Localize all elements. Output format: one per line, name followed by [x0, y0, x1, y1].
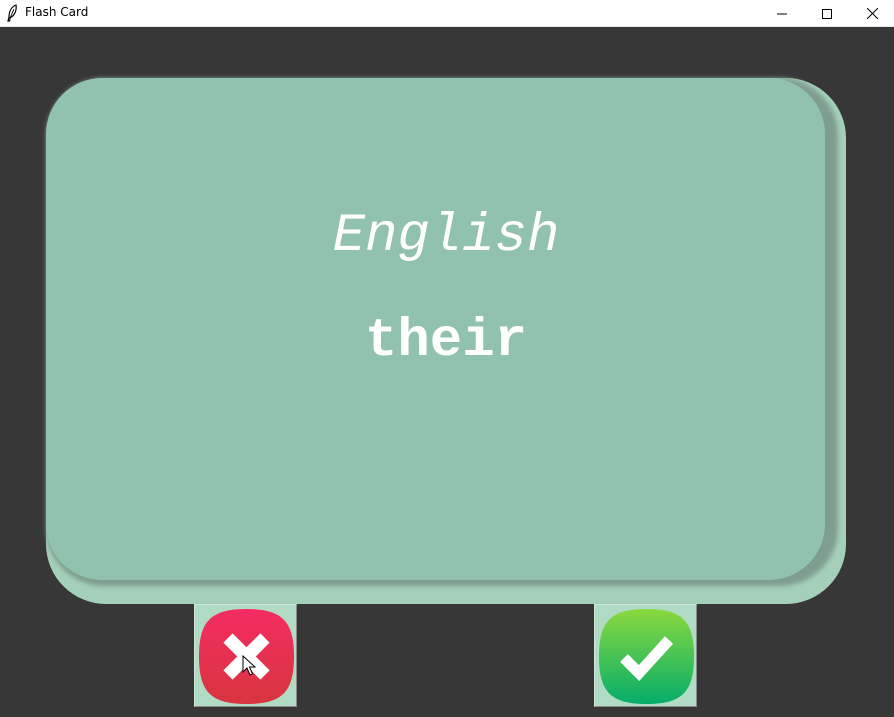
close-button[interactable] — [849, 0, 894, 27]
card-language-title: English — [332, 206, 560, 267]
x-mark-icon — [199, 609, 294, 704]
check-mark-icon — [599, 609, 694, 704]
close-icon — [866, 8, 878, 19]
minimize-button[interactable] — [759, 0, 805, 27]
window-title: Flash Card — [25, 5, 89, 19]
right-button[interactable] — [594, 604, 697, 707]
feather-icon — [7, 4, 17, 22]
card-word: their — [364, 311, 528, 372]
wrong-button[interactable] — [194, 604, 297, 707]
title-bar: Flash Card — [0, 0, 894, 27]
maximize-icon — [822, 8, 832, 19]
minimize-icon — [777, 13, 787, 14]
maximize-button[interactable] — [804, 0, 850, 27]
